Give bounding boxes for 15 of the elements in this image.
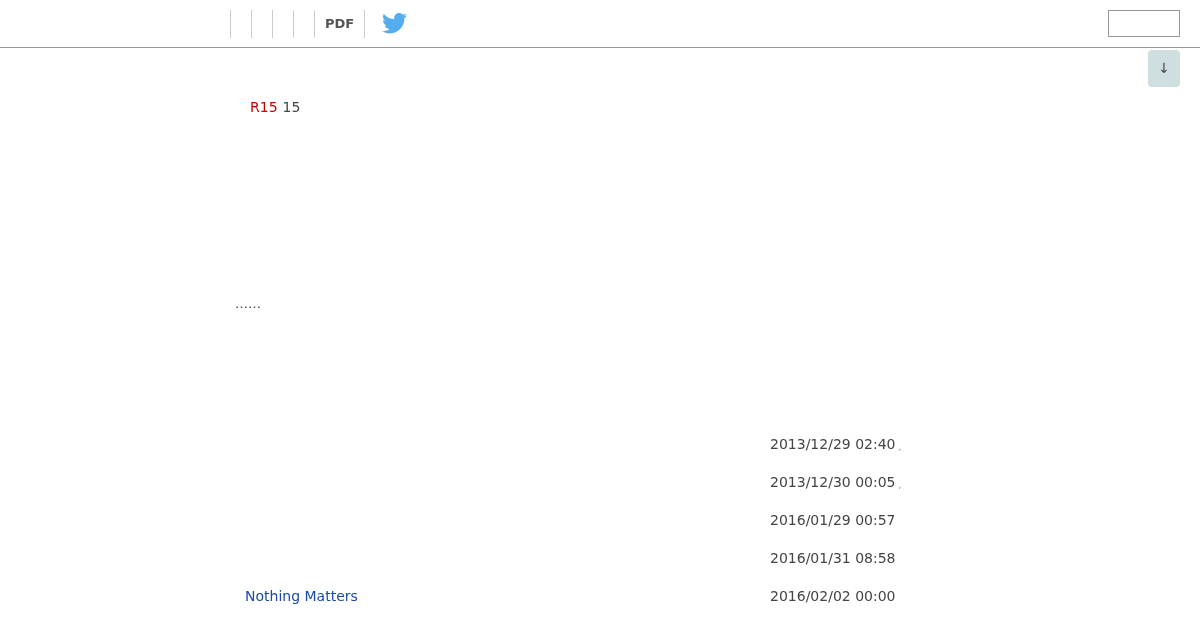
date-text: 2013/12/30 00:05 bbox=[770, 472, 896, 492]
date-text: 2016/02/02 00:00 bbox=[770, 586, 896, 606]
date-text: 2013/12/29 02:40 bbox=[770, 434, 896, 454]
title-link[interactable]: Nothing Matters bbox=[245, 587, 358, 604]
post-tag: R15 bbox=[250, 97, 278, 118]
date-text: 2016/01/31 08:58 bbox=[770, 548, 896, 568]
bird-icon[interactable] bbox=[382, 13, 408, 34]
post-number: 15 bbox=[282, 98, 301, 117]
scroll-down-button[interactable]: ↓ bbox=[1148, 50, 1180, 87]
comma-mark: , bbox=[898, 441, 902, 454]
search-field[interactable] bbox=[1108, 10, 1180, 37]
ellipsis-text: …… bbox=[235, 296, 261, 311]
comma-mark: , bbox=[898, 479, 902, 492]
date-text: 2016/01/29 00:57 bbox=[770, 510, 896, 530]
pdf-link[interactable]: PDF bbox=[325, 13, 355, 34]
